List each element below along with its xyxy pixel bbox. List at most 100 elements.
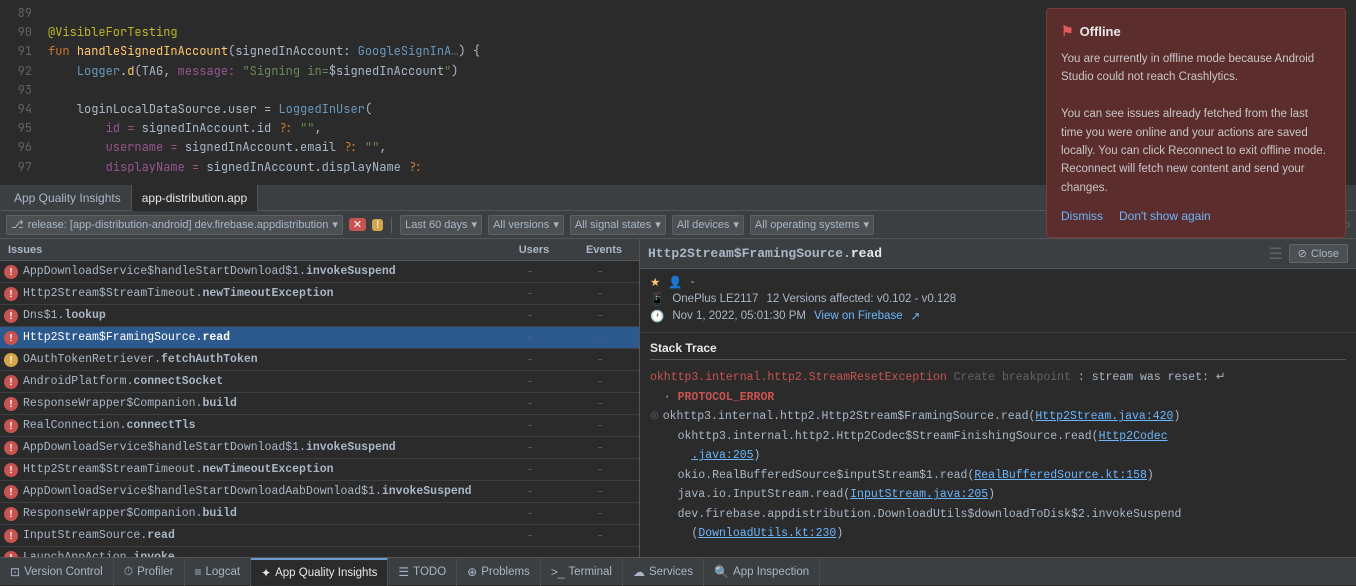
http2codec-java-link[interactable]: .java:205 (691, 449, 753, 462)
issue-row[interactable]: !Http2Stream$StreamTimeout.newTimeoutExc… (0, 283, 639, 305)
issue-row[interactable]: !ResponseWrapper$Companion.build-- (0, 393, 639, 415)
issue-users: - (495, 441, 565, 455)
app-quality-insights-tab[interactable]: ✦ App Quality Insights (251, 558, 388, 586)
issues-col-header: Issues (0, 242, 499, 258)
datetime: Nov 1, 2022, 05:01:30 PM (672, 310, 806, 322)
logcat-icon: ≡ (195, 565, 202, 579)
issue-icon: ! (4, 309, 18, 323)
stack-trace-label: Stack Trace (650, 341, 1346, 360)
offline-title: Offline (1080, 24, 1121, 39)
issue-row[interactable]: !OAuthTokenRetriever.fetchAuthToken-- (0, 349, 639, 371)
issue-name: ResponseWrapper$Companion.build (23, 507, 495, 520)
avatar: 👤 (668, 275, 682, 289)
issue-row[interactable]: !AndroidPlatform.connectSocket-- (0, 371, 639, 393)
app-quality-tab[interactable]: App Quality Insights (4, 185, 132, 211)
inputstream-link[interactable]: InputStream.java:205 (850, 488, 988, 501)
downloadutils-link[interactable]: DownloadUtils.kt:230 (698, 527, 836, 540)
events-col-header: Events (569, 242, 639, 258)
issue-events: - (565, 551, 635, 558)
logcat-tab[interactable]: ≡ Logcat (185, 558, 252, 586)
issue-row[interactable]: !Dns$1.lookup-- (0, 305, 639, 327)
http2codec-link[interactable]: Http2Codec (1099, 430, 1168, 443)
http2stream-link[interactable]: Http2Stream.java:420 (1035, 410, 1173, 423)
issue-icon: ! (4, 353, 18, 367)
terminal-tab[interactable]: >_ Terminal (541, 558, 623, 586)
issue-row[interactable]: !Http2Stream$FramingSource.read-- (0, 327, 639, 349)
issue-name: AppDownloadService$handleStartDownload$1… (23, 441, 495, 454)
issue-events: - (565, 441, 635, 455)
issue-icon: ! (4, 331, 18, 345)
issue-icon: ! (4, 287, 18, 301)
offline-body: You are currently in offline mode becaus… (1061, 50, 1331, 197)
close-button[interactable]: ⊘ Close (1289, 244, 1348, 263)
issue-users: - (495, 353, 565, 367)
app-inspection-tab[interactable]: 🔍 App Inspection (704, 558, 820, 586)
issue-events: - (565, 463, 635, 477)
terminal-icon: >_ (551, 565, 565, 579)
issues-header: Issues Users Events (0, 239, 639, 261)
issue-name: AndroidPlatform.connectSocket (23, 375, 495, 388)
signal-states-select[interactable]: All signal states ▾ (570, 215, 666, 235)
issue-row[interactable]: !LaunchAppAction.invoke-- (0, 547, 639, 557)
star-icon: ★ (650, 275, 660, 289)
issue-row[interactable]: !InputStreamSource.read-- (0, 525, 639, 547)
issue-events: - (565, 265, 635, 279)
code-editor: 89 90 91 92 93 94 95 96 97 @VisibleForTe… (0, 0, 1356, 185)
devices-select[interactable]: All devices ▾ (672, 215, 744, 235)
issue-name: Http2Stream$StreamTimeout.newTimeoutExce… (23, 463, 495, 476)
settings-icon[interactable]: ☰ (1268, 243, 1282, 264)
realbuffered-link[interactable]: RealBufferedSource.kt:158 (974, 469, 1147, 482)
issue-events: - (565, 287, 635, 301)
dont-show-link[interactable]: Don't show again (1119, 209, 1211, 223)
issue-events: - (565, 419, 635, 433)
dismiss-link[interactable]: Dismiss (1061, 209, 1103, 223)
issue-users: - (495, 287, 565, 301)
stack-trace-content: okhttp3.internal.http2.StreamResetExcept… (650, 368, 1346, 544)
problems-icon: ⊕ (467, 565, 477, 579)
issue-row[interactable]: !AppDownloadService$handleStartDownload$… (0, 261, 639, 283)
detail-info: ★ 👤 - 📱 OnePlus LE2117 12 Versions affec… (640, 269, 1356, 333)
issue-icon: ! (4, 463, 18, 477)
issue-events: - (565, 507, 635, 521)
issue-row[interactable]: !ResponseWrapper$Companion.build-- (0, 503, 639, 525)
versions-select[interactable]: All versions ▾ (488, 215, 564, 235)
device-name: OnePlus LE2117 (672, 293, 758, 305)
detail-header: Http2Stream$FramingSource.read ☰ ⊘ Close (640, 239, 1356, 269)
issue-users: - (495, 463, 565, 477)
issue-row[interactable]: ! Http2Stream$StreamTimeout.newTimeoutExc… (0, 459, 639, 481)
todo-tab[interactable]: ☰ TODO (388, 558, 457, 586)
issue-name: OAuthTokenRetriever.fetchAuthToken (23, 353, 495, 366)
offline-popup: ⚑ Offline You are currently in offline m… (1046, 8, 1346, 238)
problems-tab[interactable]: ⊕ Problems (457, 558, 541, 586)
issue-users: - (495, 419, 565, 433)
issue-name: Http2Stream$FramingSource.read (23, 331, 495, 344)
app-inspection-icon: 🔍 (714, 565, 729, 579)
stack-trace-section: Stack Trace okhttp3.internal.http2.Strea… (640, 333, 1356, 557)
time-range-select[interactable]: Last 60 days ▾ (400, 215, 482, 235)
issue-name: ResponseWrapper$Companion.build (23, 397, 495, 410)
versions-info: 12 Versions affected: v0.102 - v0.128 (766, 293, 956, 305)
issue-name: LaunchAppAction.invoke (23, 551, 495, 557)
issue-icon: ! (4, 529, 18, 543)
app-distribution-tab[interactable]: app-distribution.app (132, 185, 258, 211)
services-tab[interactable]: ☁ Services (623, 558, 704, 586)
issue-row[interactable]: !RealConnection.connectTls-- (0, 415, 639, 437)
warning-badge: ! (372, 219, 383, 231)
error-badge: ✕ (349, 218, 366, 231)
issue-row[interactable]: !AppDownloadService$handleStartDownloadA… (0, 481, 639, 503)
issue-users: - (495, 485, 565, 499)
branch-select[interactable]: ⎇ release: [app-distribution-android] de… (6, 215, 343, 235)
profiler-icon: ⏱ (124, 564, 133, 579)
offline-actions: Dismiss Don't show again (1061, 209, 1331, 223)
issue-events: - (565, 331, 635, 345)
os-select[interactable]: All operating systems ▾ (750, 215, 874, 235)
profiler-tab[interactable]: ⏱ Profiler (114, 558, 185, 586)
version-control-tab[interactable]: ⊡ Version Control (0, 558, 114, 586)
issue-name: InputStreamSource.read (23, 529, 495, 542)
breakpoint-icon: ◎ (650, 408, 659, 425)
view-firebase-link[interactable]: View on Firebase (814, 310, 903, 322)
issue-row[interactable]: !AppDownloadService$handleStartDownload$… (0, 437, 639, 459)
issue-events: - (565, 309, 635, 323)
issue-users: - (495, 265, 565, 279)
issue-users: - (495, 507, 565, 521)
